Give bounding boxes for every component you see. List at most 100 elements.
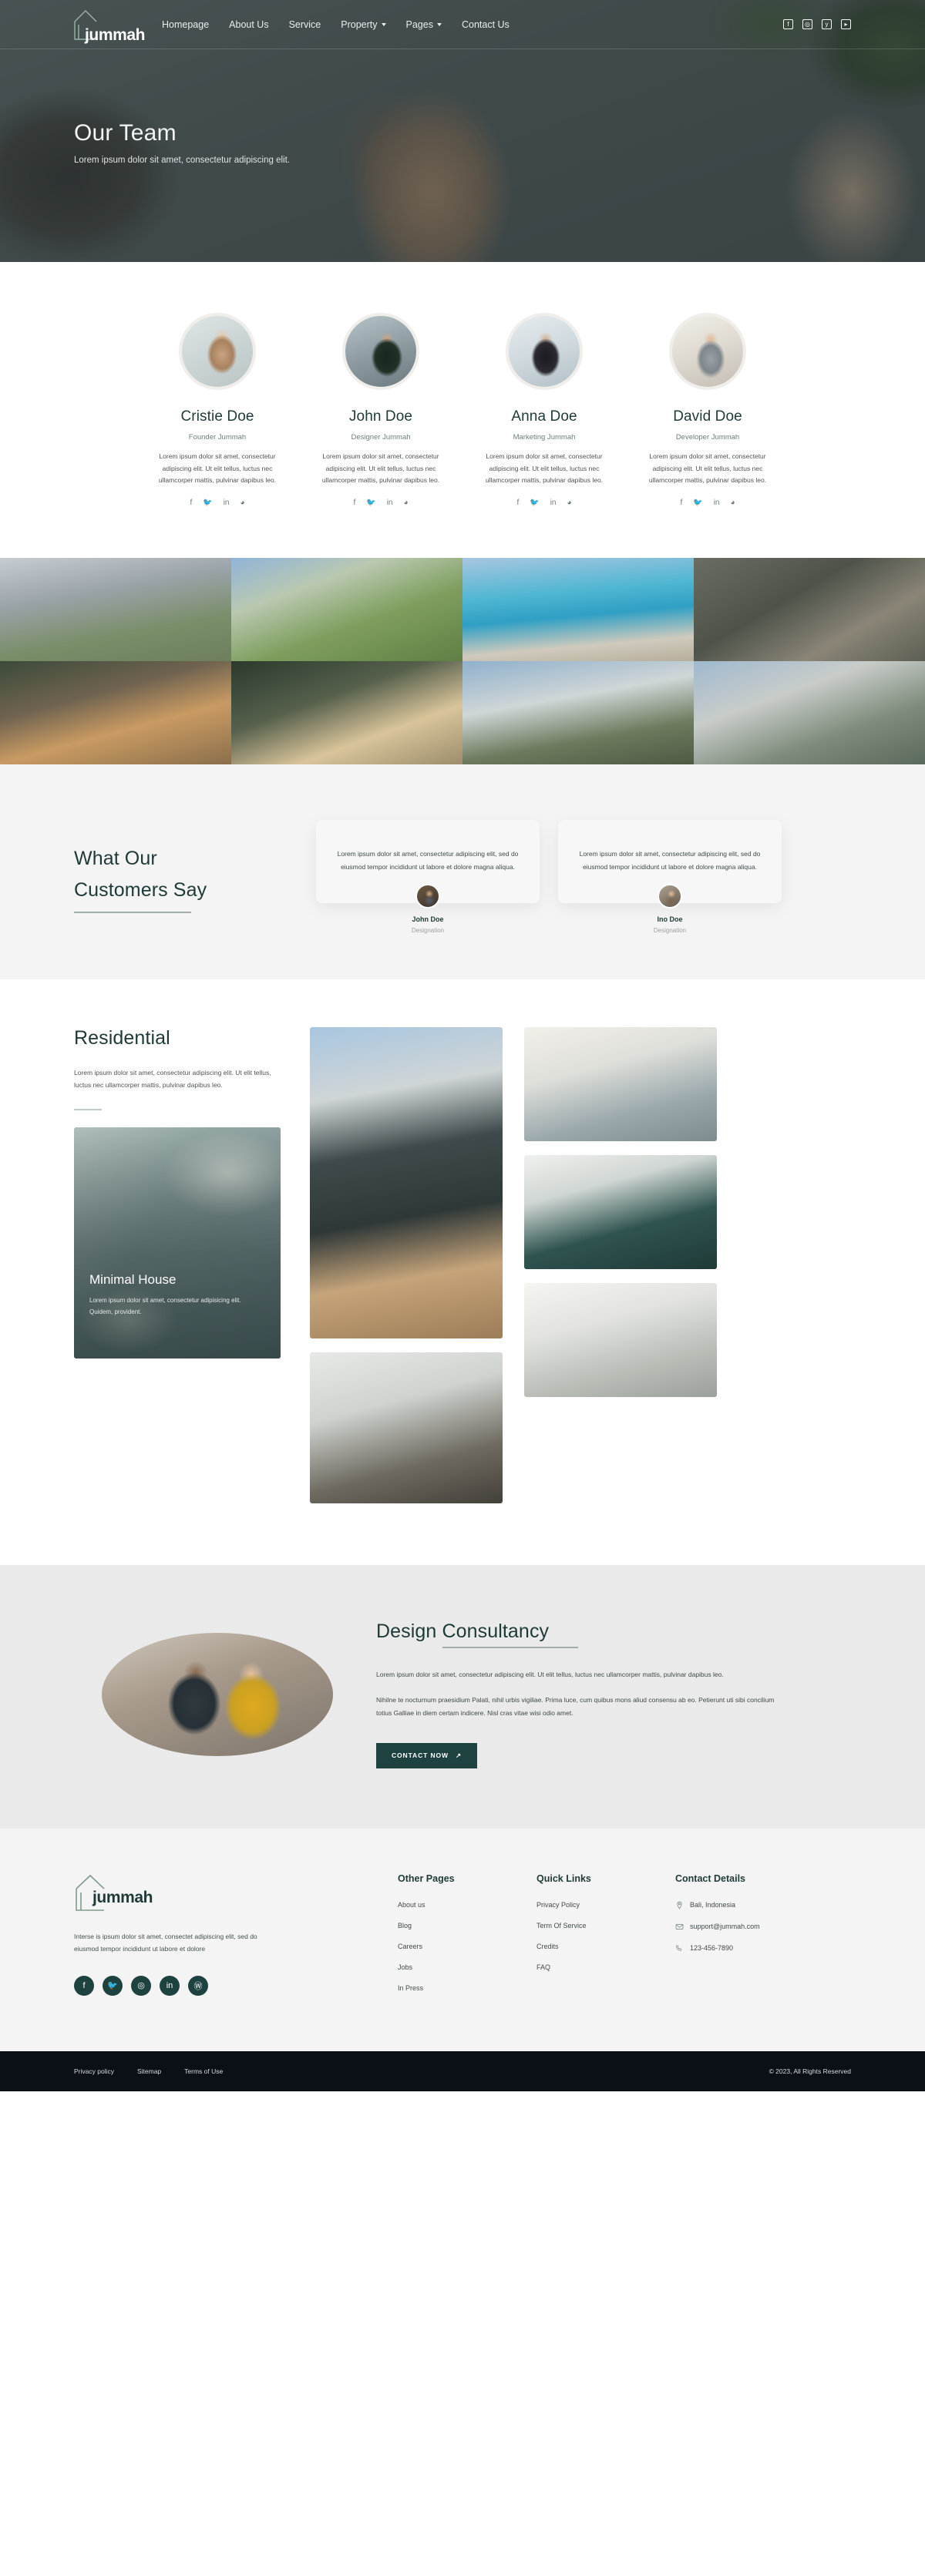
team-member-name: Cristie Doe: [180, 408, 254, 425]
footer-link-term-of-service[interactable]: Term Of Service: [536, 1922, 675, 1929]
nav-item-pages[interactable]: Pages: [406, 19, 442, 30]
residential-image[interactable]: [310, 1026, 503, 1338]
promo-title: Minimal House: [89, 1272, 177, 1288]
whatsapp-icon[interactable]: ◕: [240, 499, 244, 507]
avatar: [506, 313, 583, 390]
whatsapp-icon[interactable]: ◕: [403, 499, 408, 507]
promo-text: Lorem ipsum dolor sit amet, consectetur …: [89, 1297, 241, 1315]
linkedin-icon[interactable]: in: [224, 499, 230, 507]
testimonial-quote: Lorem ipsum dolor sit amet, consectetur …: [337, 850, 519, 871]
heading-underline: [74, 911, 191, 913]
team-member-role: Marketing Jummah: [513, 433, 576, 442]
bottom-link-sitemap[interactable]: Sitemap: [137, 2067, 161, 2075]
nav-label: Homepage: [162, 18, 210, 30]
facebook-icon[interactable]: f: [353, 499, 355, 507]
consultancy-heading: Design Consultancy: [376, 1620, 578, 1648]
bottom-bar-links: Privacy policy Sitemap Terms of Use: [74, 2067, 223, 2075]
testimonial-card: Lorem ipsum dolor sit amet, consectetur …: [558, 820, 782, 934]
residential-image[interactable]: [524, 1154, 717, 1269]
youtube-icon[interactable]: ▸: [841, 19, 851, 29]
nav-label: Property: [341, 18, 378, 30]
testimonial-author: Ino Doe: [657, 915, 683, 924]
whatsapp-icon[interactable]: ◕: [730, 499, 735, 507]
consultancy-image: [102, 1632, 333, 1756]
footer-logo[interactable]: jummah: [74, 1873, 159, 1913]
residential-section: Residential Lorem ipsum dolor sit amet, …: [0, 979, 925, 1565]
wordpress-icon[interactable]: Ⓦ: [188, 1975, 208, 1996]
facebook-icon[interactable]: f: [783, 19, 793, 29]
footer-link-careers[interactable]: Careers: [398, 1943, 536, 1950]
avatar: [658, 884, 682, 909]
residential-image[interactable]: [310, 1352, 503, 1503]
testimonial-designation: Designation: [411, 927, 445, 935]
team-member-social: f 🐦 in ◕: [634, 499, 782, 507]
footer-link-about-us[interactable]: About us: [398, 1901, 536, 1909]
linkedin-icon[interactable]: in: [550, 499, 557, 507]
gallery-image[interactable]: [0, 558, 231, 662]
footer-link-jobs[interactable]: Jobs: [398, 1963, 536, 1971]
contact-row-email[interactable]: support@jummah.com: [675, 1923, 814, 1931]
residential-image[interactable]: [524, 1026, 717, 1141]
residential-image[interactable]: [524, 1282, 717, 1397]
whatsapp-icon[interactable]: ◕: [567, 499, 571, 507]
footer-column-title: Quick Links: [536, 1872, 591, 1884]
gallery-image[interactable]: [694, 661, 925, 765]
promo-card[interactable]: Minimal House Lorem ipsum dolor sit amet…: [74, 1127, 281, 1359]
team-member-name: Anna Doe: [511, 408, 577, 425]
page-title: Our Team: [74, 120, 177, 146]
footer-social-links: f 🐦 ◎ in Ⓦ: [74, 1975, 398, 1996]
twitter-icon[interactable]: 🐦: [693, 499, 702, 507]
team-member-social: f 🐦 in ◕: [307, 499, 455, 507]
footer-link-privacy-policy[interactable]: Privacy Policy: [536, 1901, 675, 1909]
twitter-icon[interactable]: 🐦: [103, 1975, 123, 1996]
hero-section: jummah Homepage About Us Service Propert…: [0, 0, 925, 262]
nav-item-contact-us[interactable]: Contact Us: [462, 19, 510, 30]
facebook-icon[interactable]: f: [516, 499, 519, 507]
nav-item-homepage[interactable]: Homepage: [162, 19, 209, 30]
avatar: [415, 884, 440, 909]
twitter-icon[interactable]: 🐦: [530, 499, 539, 507]
gallery-image[interactable]: [462, 558, 694, 662]
gallery-image[interactable]: [694, 558, 925, 662]
nav-item-about-us[interactable]: About Us: [229, 19, 268, 30]
nav-item-service[interactable]: Service: [289, 19, 321, 30]
contact-row-phone[interactable]: 123-456-7890: [675, 1944, 814, 1953]
nav-item-property[interactable]: Property: [341, 18, 386, 30]
instagram-icon[interactable]: ◎: [802, 19, 812, 29]
avatar: [342, 313, 419, 390]
brand-logo[interactable]: jummah: [74, 8, 146, 44]
bottom-link-terms-of-use[interactable]: Terms of Use: [184, 2067, 223, 2075]
twitter-icon[interactable]: y: [822, 19, 832, 29]
residential-title: Residential: [74, 1026, 170, 1049]
contact-email-text: support@jummah.com: [690, 1923, 760, 1931]
contact-now-button[interactable]: CONTACT NOW ↗: [376, 1742, 477, 1768]
consultancy-paragraph-1: Lorem ipsum dolor sit amet, consectetur …: [376, 1670, 724, 1678]
linkedin-icon[interactable]: in: [160, 1975, 180, 1996]
property-gallery: [0, 558, 925, 765]
instagram-icon[interactable]: ◎: [131, 1975, 151, 1996]
linkedin-icon[interactable]: in: [387, 499, 393, 507]
nav-links: Homepage About Us Service Property Pages…: [162, 19, 510, 30]
bottom-link-privacy-policy[interactable]: Privacy policy: [74, 2067, 114, 2075]
facebook-icon[interactable]: f: [190, 499, 192, 507]
testimonial-card: Lorem ipsum dolor sit amet, consectetur …: [316, 820, 540, 934]
gallery-image[interactable]: [231, 558, 462, 662]
gallery-image[interactable]: [462, 661, 694, 765]
footer-link-blog[interactable]: Blog: [398, 1922, 536, 1929]
testimonials-heading: What Our Customers Say: [74, 820, 298, 913]
footer-link-faq[interactable]: FAQ: [536, 1963, 675, 1971]
team-member-card: Anna Doe Marketing Jummah Lorem ipsum do…: [462, 313, 626, 507]
facebook-icon[interactable]: f: [680, 499, 682, 507]
testimonial-quote: Lorem ipsum dolor sit amet, consectetur …: [579, 850, 761, 871]
twitter-icon[interactable]: 🐦: [203, 499, 212, 507]
brand-name: jummah: [85, 25, 146, 44]
gallery-image[interactable]: [0, 661, 231, 765]
footer-link-in-press[interactable]: In Press: [398, 1984, 536, 1992]
nav-label: Service: [288, 18, 321, 30]
footer-link-credits[interactable]: Credits: [536, 1943, 675, 1950]
gallery-image[interactable]: [231, 661, 462, 765]
footer-brand: jummah Interse is ipsum dolor sit amet, …: [74, 1873, 398, 2005]
facebook-icon[interactable]: f: [74, 1975, 94, 1996]
linkedin-icon[interactable]: in: [714, 499, 720, 507]
twitter-icon[interactable]: 🐦: [366, 499, 375, 507]
